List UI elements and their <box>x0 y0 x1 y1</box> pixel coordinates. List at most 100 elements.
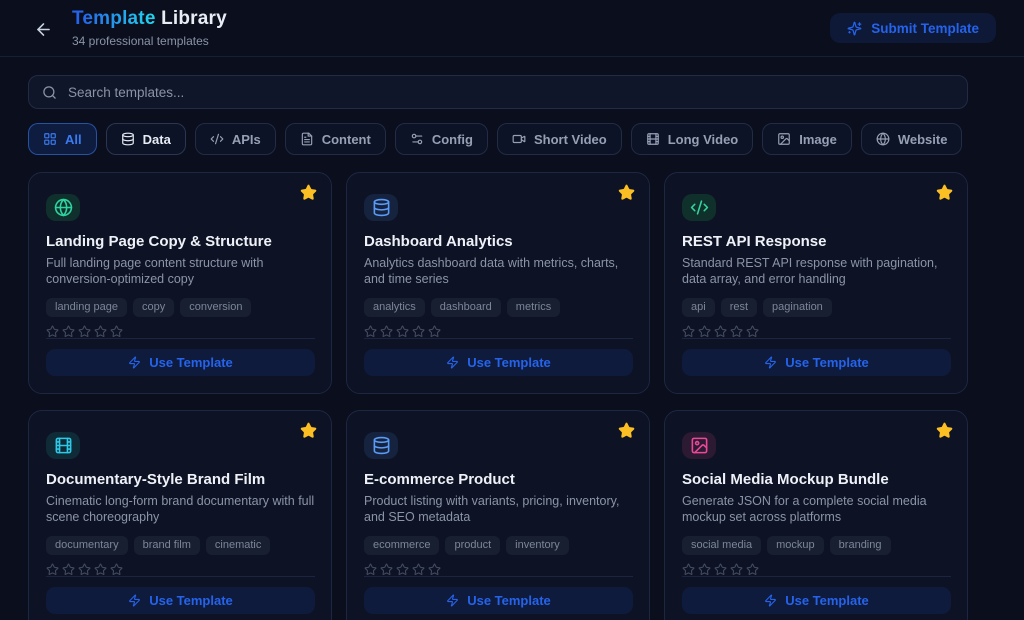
submit-template-button[interactable]: Submit Template <box>830 13 996 43</box>
template-title: Landing Page Copy & Structure <box>46 234 315 251</box>
template-description: Cinematic long-form brand documentary wi… <box>46 494 315 525</box>
use-template-button[interactable]: Use Template <box>682 349 951 376</box>
rating-star-icon <box>428 325 441 338</box>
rating-star-icon <box>746 563 759 576</box>
template-card[interactable]: Social Media Mockup Bundle Generate JSON… <box>664 410 968 620</box>
template-tag: pagination <box>763 298 832 317</box>
template-icon-tile <box>364 432 398 459</box>
rating-star-icon <box>364 563 377 576</box>
filter-tab-label: All <box>65 132 82 147</box>
card-divider <box>364 576 633 577</box>
rating-stars <box>46 325 315 338</box>
favorite-button[interactable] <box>618 184 635 201</box>
filter-tab-apis[interactable]: APIs <box>195 123 276 155</box>
template-tag: conversion <box>180 298 251 317</box>
zap-icon <box>764 594 777 607</box>
template-title: Social Media Mockup Bundle <box>682 472 951 489</box>
template-tag: brand film <box>134 536 200 555</box>
template-tag: api <box>682 298 715 317</box>
database-icon <box>121 132 135 146</box>
zap-icon <box>764 356 777 369</box>
filter-tab-label: Content <box>322 132 371 147</box>
rating-star-icon <box>714 325 727 338</box>
rating-star-icon <box>46 563 59 576</box>
back-button[interactable] <box>30 16 56 42</box>
template-title: E-commerce Product <box>364 472 633 489</box>
use-template-button[interactable]: Use Template <box>46 349 315 376</box>
favorite-button[interactable] <box>936 422 953 439</box>
rating-star-icon <box>730 325 743 338</box>
template-card[interactable]: Landing Page Copy & Structure Full landi… <box>28 172 332 394</box>
rating-stars <box>682 563 951 576</box>
film-icon <box>646 132 660 146</box>
rating-star-icon <box>110 325 123 338</box>
page-title-rest: Library <box>161 8 227 29</box>
title-block: Template Library 34 professional templat… <box>72 8 227 48</box>
filter-tab-data[interactable]: Data <box>106 123 186 155</box>
star-icon <box>300 422 317 439</box>
template-tags: apirestpagination <box>682 298 951 317</box>
globe-icon <box>54 198 73 217</box>
card-divider <box>46 338 315 339</box>
filter-tab-long-video[interactable]: Long Video <box>631 123 754 155</box>
rating-star-icon <box>428 563 441 576</box>
template-description: Standard REST API response with paginati… <box>682 256 951 287</box>
filter-tab-label: Image <box>799 132 837 147</box>
filter-tabs: All Data APIs Content Config Short Video… <box>0 109 1024 155</box>
filter-tab-all[interactable]: All <box>28 123 97 155</box>
filter-tab-content[interactable]: Content <box>285 123 386 155</box>
favorite-button[interactable] <box>618 422 635 439</box>
use-template-button[interactable]: Use Template <box>46 587 315 614</box>
use-template-button[interactable]: Use Template <box>364 587 633 614</box>
favorite-button[interactable] <box>300 422 317 439</box>
rating-star-icon <box>380 563 393 576</box>
rating-stars <box>682 325 951 338</box>
template-title: Dashboard Analytics <box>364 234 633 251</box>
template-icon-tile <box>46 432 80 459</box>
template-title: Documentary-Style Brand Film <box>46 472 315 489</box>
template-tag: cinematic <box>206 536 270 555</box>
filter-tab-config[interactable]: Config <box>395 123 488 155</box>
template-description: Product listing with variants, pricing, … <box>364 494 633 525</box>
rating-star-icon <box>698 325 711 338</box>
star-icon <box>936 422 953 439</box>
template-tag: branding <box>830 536 891 555</box>
use-template-button[interactable]: Use Template <box>364 349 633 376</box>
database-icon <box>372 198 391 217</box>
filter-tab-label: Website <box>898 132 948 147</box>
search-input[interactable] <box>68 85 954 100</box>
card-divider <box>682 576 951 577</box>
favorite-button[interactable] <box>936 184 953 201</box>
template-tag: copy <box>133 298 174 317</box>
rating-star-icon <box>78 325 91 338</box>
star-icon <box>936 184 953 201</box>
template-tag: dashboard <box>431 298 501 317</box>
star-icon <box>618 422 635 439</box>
template-icon-tile <box>364 194 398 221</box>
template-icon-tile <box>682 194 716 221</box>
rating-star-icon <box>46 325 59 338</box>
code-icon <box>210 132 224 146</box>
document-icon <box>300 132 314 146</box>
template-card[interactable]: Dashboard Analytics Analytics dashboard … <box>346 172 650 394</box>
rating-star-icon <box>682 563 695 576</box>
template-card[interactable]: REST API Response Standard REST API resp… <box>664 172 968 394</box>
rating-stars <box>46 563 315 576</box>
filter-tab-short-video[interactable]: Short Video <box>497 123 622 155</box>
rating-star-icon <box>78 563 91 576</box>
template-card[interactable]: E-commerce Product Product listing with … <box>346 410 650 620</box>
template-card[interactable]: Documentary-Style Brand Film Cinematic l… <box>28 410 332 620</box>
filter-tab-website[interactable]: Website <box>861 123 963 155</box>
zap-icon <box>128 356 141 369</box>
card-divider <box>682 338 951 339</box>
image-icon <box>690 436 709 455</box>
filter-tab-image[interactable]: Image <box>762 123 852 155</box>
filter-tab-label: Long Video <box>668 132 739 147</box>
template-tags: documentarybrand filmcinematic <box>46 536 315 555</box>
use-template-button[interactable]: Use Template <box>682 587 951 614</box>
header: Template Library 34 professional templat… <box>0 0 1024 57</box>
grid-icon <box>43 132 57 146</box>
sparkles-icon <box>847 21 862 36</box>
favorite-button[interactable] <box>300 184 317 201</box>
rating-star-icon <box>62 563 75 576</box>
